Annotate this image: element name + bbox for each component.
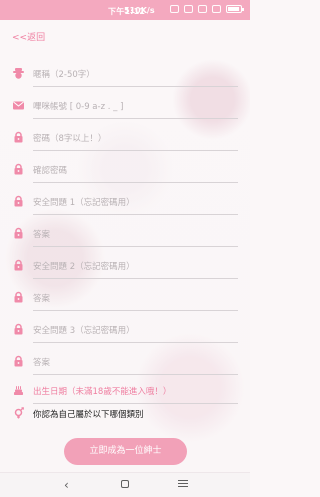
battery-icon [226,5,244,13]
wifi-icon [212,5,221,13]
sim-icon [184,5,193,13]
lock-icon [12,259,25,272]
signal-icon [198,5,207,13]
security-question-2-placeholder: 安全問題 2（忘記密碼用） [33,262,135,272]
lock-icon [12,195,25,208]
lock-icon [12,227,25,240]
answer-2-placeholder: 答案 [33,294,51,304]
security-question-2-field[interactable]: 安全問題 2（忘記密碼用） [12,258,238,279]
password-field[interactable]: 密碼（8字以上！） [12,130,238,151]
lock-icon [12,355,25,368]
account-placeholder: 嗶咪帳號 [ 0-9 a-z . _ ] [33,102,124,112]
user-icon [12,67,25,80]
mail-icon [12,99,25,112]
lock-icon [12,131,25,144]
cake-icon [12,384,25,397]
security-question-1-field[interactable]: 安全問題 1（忘記密碼用） [12,194,238,215]
password-line [33,150,238,151]
birthday-label: 出生日期（未滿18歲不能進入哦！） [33,387,172,397]
lock-icon [12,323,25,336]
password-placeholder: 密碼（8字以上！） [33,134,107,144]
security-question-3-line [33,342,238,343]
security-question-1-line [33,214,238,215]
answer-2-field[interactable]: 答案 [12,290,238,311]
network-speed: 510K/s [124,6,155,15]
answer-3-line [33,374,238,375]
navigation-bar: ‹ [0,472,250,497]
alarm-icon [170,5,179,13]
answer-3-placeholder: 答案 [33,358,51,368]
nickname-line [33,86,238,87]
birthday-line [33,403,238,404]
lock-icon [12,291,25,304]
confirm-password-field[interactable]: 確認密碼 [12,162,238,183]
menu-icon[interactable] [178,480,188,488]
back-link[interactable]: <<返回 [12,30,45,43]
nickname-placeholder: 暱稱（2-50字） [33,70,95,80]
birthday-field[interactable]: 出生日期（未滿18歲不能進入哦！） [12,383,238,404]
security-question-3-placeholder: 安全問題 3（忘記密碼用） [33,326,135,336]
nickname-field[interactable]: 暱稱（2-50字） [12,66,238,87]
security-question-1-placeholder: 安全問題 1（忘記密碼用） [33,198,135,208]
answer-3-field[interactable]: 答案 [12,354,238,375]
answer-1-line [33,246,238,247]
security-question-2-line [33,278,238,279]
category-prompt: 你認為自己屬於以下哪個類別 [33,410,144,420]
back-icon[interactable]: ‹ [64,478,69,492]
submit-button[interactable]: 立即成為一位紳士 [64,438,187,465]
answer-1-placeholder: 答案 [33,230,51,240]
category-prompt-row: 你認為自己屬於以下哪個類別 [12,405,238,421]
answer-2-line [33,310,238,311]
confirm-password-placeholder: 確認密碼 [33,166,68,176]
security-question-3-field[interactable]: 安全問題 3（忘記密碼用） [12,322,238,343]
status-icons [170,5,244,13]
account-line [33,118,238,119]
lock-icon [12,163,25,176]
home-icon[interactable] [121,480,129,488]
gender-icon [12,406,25,419]
status-bar: 下午1:12 510K/s [0,0,250,20]
answer-1-field[interactable]: 答案 [12,226,238,247]
account-field[interactable]: 嗶咪帳號 [ 0-9 a-z . _ ] [12,98,238,119]
confirm-password-line [33,182,238,183]
